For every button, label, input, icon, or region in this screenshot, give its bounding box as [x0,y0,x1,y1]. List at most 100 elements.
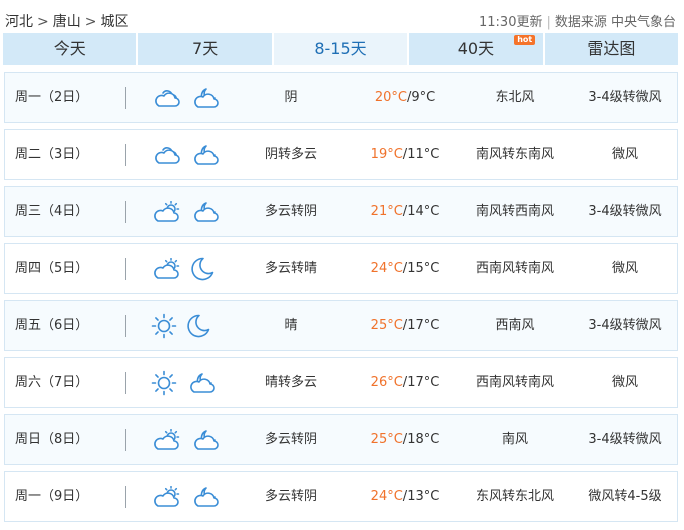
wind-level: 微风 [611,375,638,390]
day-label: 周六（7日） [15,375,89,390]
row-divider [125,372,126,394]
data-source: 数据来源 中央气象台 [554,15,676,30]
forecast-row: 周日（8日） 多云转阴 25°C/18°C 南风 3-4级转微风 [4,414,678,465]
high-temp: 21°C [370,204,403,219]
low-temp: 13°C [407,489,440,504]
row-divider [125,486,126,508]
wind-level: 微风转4-5级 [588,489,662,504]
weather-description: 阴转多云 [264,147,317,162]
wind-direction: 西南风转南风 [475,261,554,276]
temperature-range: 24°C/13°C [370,489,440,504]
temperature-range: 20°C/9°C [374,90,436,105]
tab-8-15-days[interactable]: 8-15天 [273,33,408,65]
forecast-tabs: 今天 7天 8-15天 40天 hot 雷达图 [3,33,679,65]
temperature-range: 25°C/18°C [370,432,440,447]
temperature-range: 21°C/14°C [370,204,440,219]
wind-direction: 西南风 [495,318,535,333]
cloudy-moon-icon [189,486,219,507]
weather-icons [151,73,221,122]
high-temp: 20°C [374,90,407,105]
weather-description: 多云转晴 [264,261,317,276]
wind-direction: 东风转东北风 [475,489,554,504]
temperature-range: 26°C/17°C [370,375,440,390]
day-label: 周一（9日） [15,489,89,504]
breadcrumb: 河北 > 唐山 > 城区 [5,11,128,31]
high-temp: 24°C [370,261,403,276]
wind-level: 3-4级转微风 [588,90,662,105]
weather-description: 多云转阴 [264,489,317,504]
partly-cloudy-sun-icon [151,200,181,222]
forecast-row: 周一（2日） 阴 20°C/9°C 东北风 3-4级转微风 [4,72,678,123]
day-label: 周二（3日） [15,147,89,162]
high-temp: 26°C [370,375,403,390]
tab-today[interactable]: 今天 [3,33,137,65]
wind-direction: 西南风转南风 [475,375,554,390]
low-temp: 15°C [407,261,440,276]
row-divider [125,201,126,223]
high-temp: 24°C [370,489,403,504]
weather-icons [151,301,221,350]
breadcrumb-province[interactable]: 河北 [5,14,33,30]
day-label: 周三（4日） [15,204,89,219]
row-divider [125,87,126,109]
weather-description: 多云转阴 [264,204,317,219]
cloudy-icon [151,89,181,107]
wind-level: 微风 [611,261,638,276]
partly-cloudy-sun-icon [151,485,181,507]
breadcrumb-district: 城区 [100,14,129,30]
update-time: 11:30更新 [479,15,543,30]
tab-7-days[interactable]: 7天 [138,33,272,65]
top-bar: 河北 > 唐山 > 城区 11:30更新 | 数据来源 中央气象台 [0,0,684,34]
day-label: 周四（5日） [15,261,89,276]
low-temp: 11°C [407,147,440,162]
tab-40-days[interactable]: 40天 hot [409,33,543,65]
wind-direction: 东北风 [495,90,535,105]
tab-label: 雷达图 [587,39,636,58]
wind-level: 3-4级转微风 [588,432,662,447]
moon-icon [185,314,211,337]
day-label: 周五（6日） [15,318,89,333]
temperature-range: 25°C/17°C [370,318,440,333]
tab-radar-map[interactable]: 雷达图 [544,33,679,65]
partly-cloudy-sun-icon [151,257,181,279]
low-temp: 9°C [411,90,436,105]
low-temp: 18°C [407,432,440,447]
hot-badge: hot [514,35,536,45]
breadcrumb-separator: > [37,14,49,30]
cloudy-moon-icon [189,429,219,450]
forecast-row: 周五（6日） 晴 25°C/17°C 西南风 3-4级转微风 [4,300,678,351]
wind-direction: 南风 [501,432,528,447]
cloudy-moon-icon [189,144,219,165]
tab-label: 今天 [53,39,86,58]
weather-icons [151,187,221,236]
day-label: 周一（2日） [15,90,89,105]
high-temp: 25°C [370,318,403,333]
update-info: 11:30更新 | 数据来源 中央气象台 [479,11,676,30]
wind-level: 微风 [611,147,638,162]
temperature-range: 19°C/11°C [370,147,440,162]
weather-description: 阴 [284,90,298,105]
tab-label: 8-15天 [314,39,367,58]
day-label: 周日（8日） [15,432,89,447]
row-divider [125,315,126,337]
meta-divider: | [546,15,551,30]
moon-icon [189,257,215,280]
breadcrumb-city[interactable]: 唐山 [53,14,81,30]
weather-description: 多云转阴 [264,432,317,447]
high-temp: 19°C [370,147,403,162]
weather-icons [151,358,221,407]
temperature-range: 24°C/15°C [370,261,440,276]
low-temp: 17°C [407,375,440,390]
forecast-row: 周四（5日） 多云转晴 24°C/15°C 西南风转南风 微风 [4,243,678,294]
weather-icons [151,244,221,293]
row-divider [125,258,126,280]
forecast-list: 周一（2日） 阴 20°C/9°C 东北风 3-4级转微风 周二（3日） 阴转多… [4,72,678,528]
weather-icons [151,130,221,179]
wind-level: 3-4级转微风 [588,318,662,333]
cloudy-icon [151,146,181,164]
weather-description: 晴转多云 [264,375,317,390]
row-divider [125,429,126,451]
partly-cloudy-sun-icon [151,428,181,450]
forecast-row: 周六（7日） 晴转多云 26°C/17°C 西南风转南风 微风 [4,357,678,408]
low-temp: 14°C [407,204,440,219]
